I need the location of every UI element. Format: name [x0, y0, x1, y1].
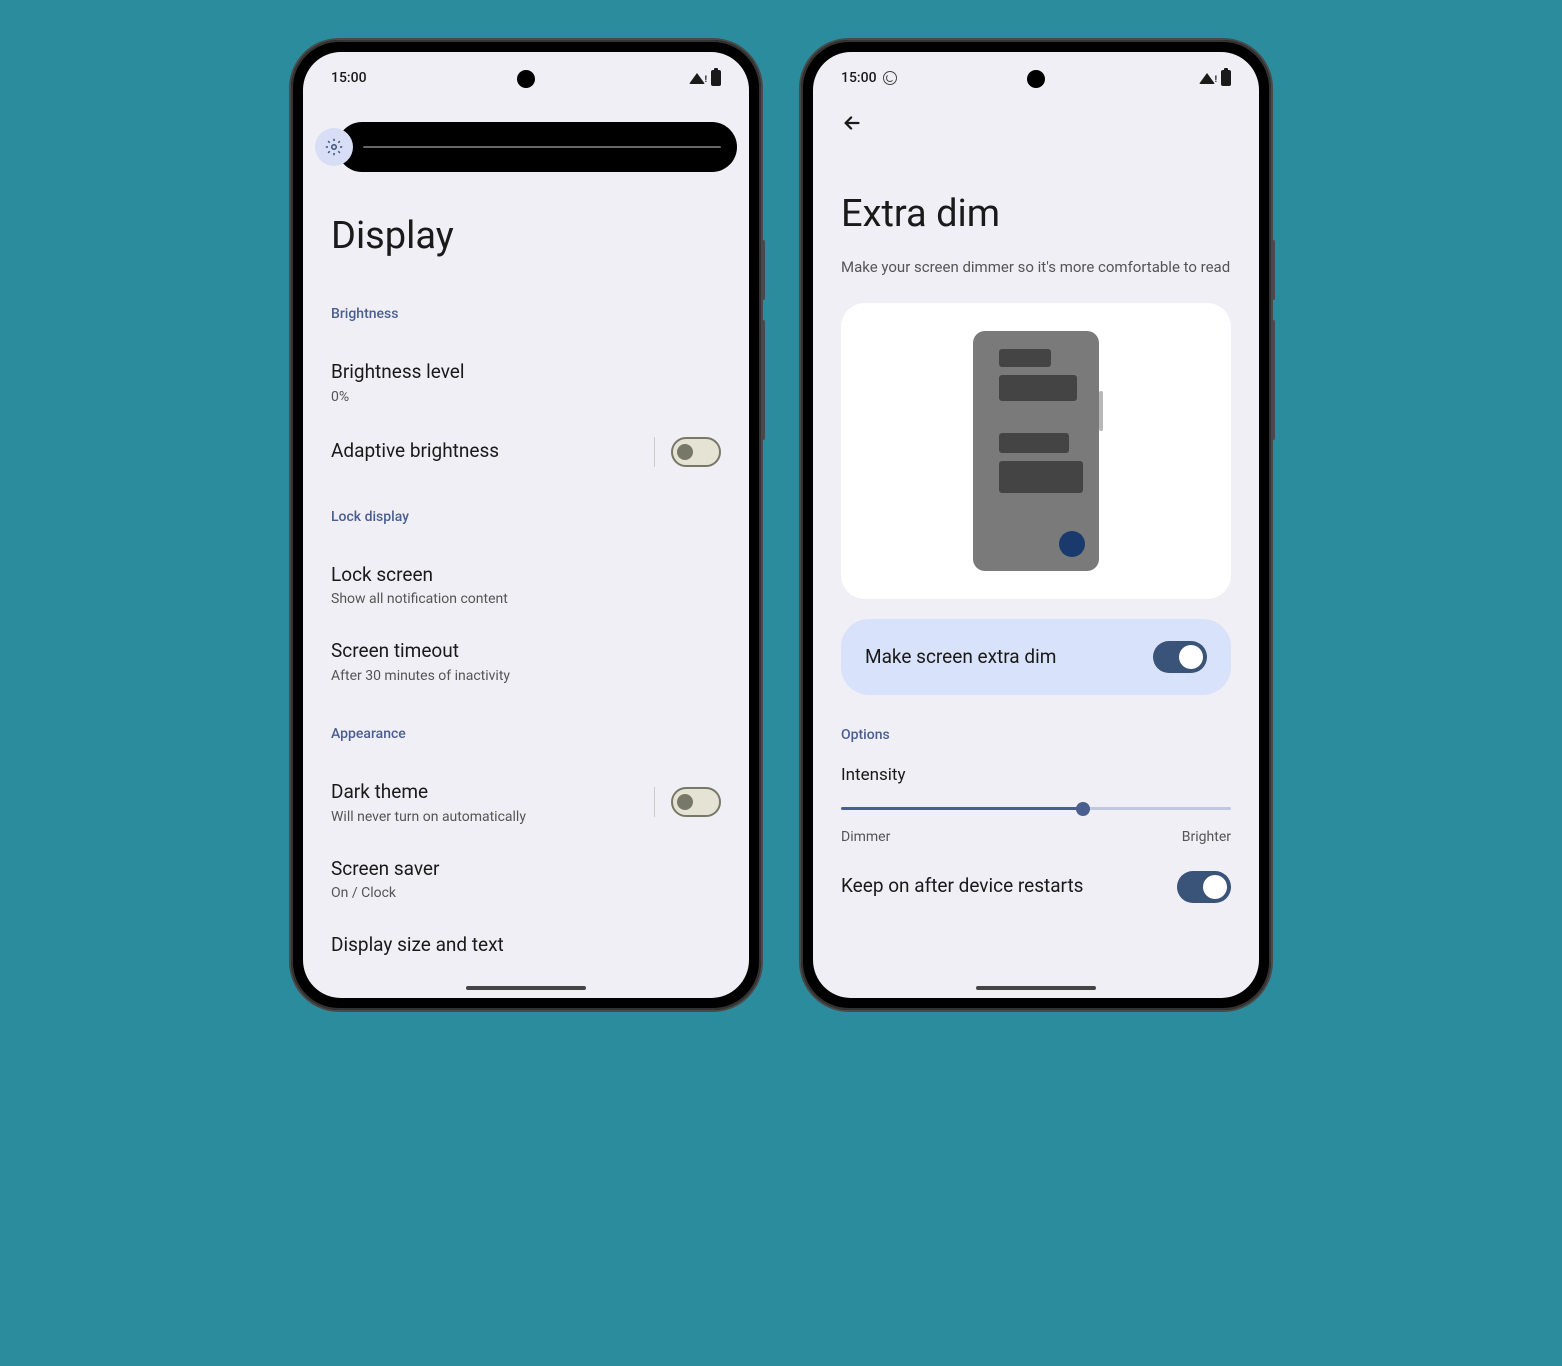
row-screen-saver[interactable]: Screen saver On / Clock	[331, 841, 721, 918]
lock-screen-title: Lock screen	[331, 563, 721, 588]
camera-cutout	[1027, 70, 1045, 88]
brightness-icon	[325, 138, 343, 156]
status-time: 15:00	[841, 70, 877, 86]
row-keep-on-restart[interactable]: Keep on after device restarts	[841, 871, 1231, 903]
status-time: 15:00	[331, 70, 367, 86]
intensity-min-label: Dimmer	[841, 829, 890, 845]
phone-frame-right: 15:00 Extra dim Make your screen dimmer …	[801, 40, 1271, 1010]
display-size-title: Display size and text	[331, 933, 721, 958]
arrow-back-icon	[841, 112, 863, 134]
intensity-thumb[interactable]	[1076, 802, 1090, 816]
adaptive-title: Adaptive brightness	[331, 439, 642, 464]
row-lock-screen[interactable]: Lock screen Show all notification conten…	[331, 547, 721, 624]
timeout-title: Screen timeout	[331, 639, 721, 664]
battery-icon	[1221, 70, 1231, 86]
screen-saver-sub: On / Clock	[331, 885, 721, 901]
row-dark-theme[interactable]: Dark theme Will never turn on automatica…	[331, 764, 721, 841]
brightness-slider[interactable]	[315, 122, 737, 172]
section-appearance: Appearance	[331, 726, 721, 742]
intensity-slider[interactable]	[841, 807, 1231, 811]
page-title: Display	[331, 214, 721, 258]
dark-theme-sub: Will never turn on automatically	[331, 809, 642, 825]
preview-phone-illustration	[973, 331, 1099, 571]
dark-theme-title: Dark theme	[331, 780, 642, 805]
adaptive-toggle[interactable]	[671, 437, 721, 467]
row-display-size[interactable]: Display size and text	[331, 917, 721, 958]
page-subtitle: Make your screen dimmer so it's more com…	[841, 256, 1231, 279]
feature-title: Make screen extra dim	[865, 645, 1056, 668]
back-button[interactable]	[841, 94, 1231, 150]
lock-screen-sub: Show all notification content	[331, 591, 721, 607]
dark-theme-toggle[interactable]	[671, 787, 721, 817]
camera-cutout	[517, 70, 535, 88]
timeout-sub: After 30 minutes of inactivity	[331, 668, 721, 684]
keep-on-toggle[interactable]	[1177, 871, 1231, 903]
row-screen-timeout[interactable]: Screen timeout After 30 minutes of inact…	[331, 623, 721, 700]
timer-icon	[883, 71, 897, 85]
section-brightness: Brightness	[331, 306, 721, 322]
row-adaptive-brightness[interactable]: Adaptive brightness	[331, 421, 721, 483]
wifi-icon	[1199, 73, 1215, 84]
section-options: Options	[841, 727, 1231, 743]
brightness-level-title: Brightness level	[331, 360, 721, 385]
extra-dim-toggle[interactable]	[1153, 641, 1207, 673]
phone-screen-display: 15:00 Display Brightness Bright	[303, 52, 749, 998]
wifi-icon	[689, 73, 705, 84]
nav-indicator[interactable]	[466, 986, 586, 990]
intensity-max-label: Brighter	[1182, 829, 1231, 845]
feature-extra-dim[interactable]: Make screen extra dim	[841, 619, 1231, 695]
nav-indicator[interactable]	[976, 986, 1096, 990]
keep-on-title: Keep on after device restarts	[841, 874, 1083, 899]
intensity-label: Intensity	[841, 765, 1231, 785]
row-brightness-level[interactable]: Brightness level 0%	[331, 344, 721, 421]
phone-frame-left: 15:00 Display Brightness Bright	[291, 40, 761, 1010]
brightness-thumb[interactable]	[315, 128, 353, 166]
preview-card	[841, 303, 1231, 599]
phone-screen-extra-dim: 15:00 Extra dim Make your screen dimmer …	[813, 52, 1259, 998]
brightness-level-value: 0%	[331, 389, 721, 405]
screen-saver-title: Screen saver	[331, 857, 721, 882]
page-title: Extra dim	[841, 192, 1231, 236]
battery-icon	[711, 70, 721, 86]
section-lock-display: Lock display	[331, 509, 721, 525]
